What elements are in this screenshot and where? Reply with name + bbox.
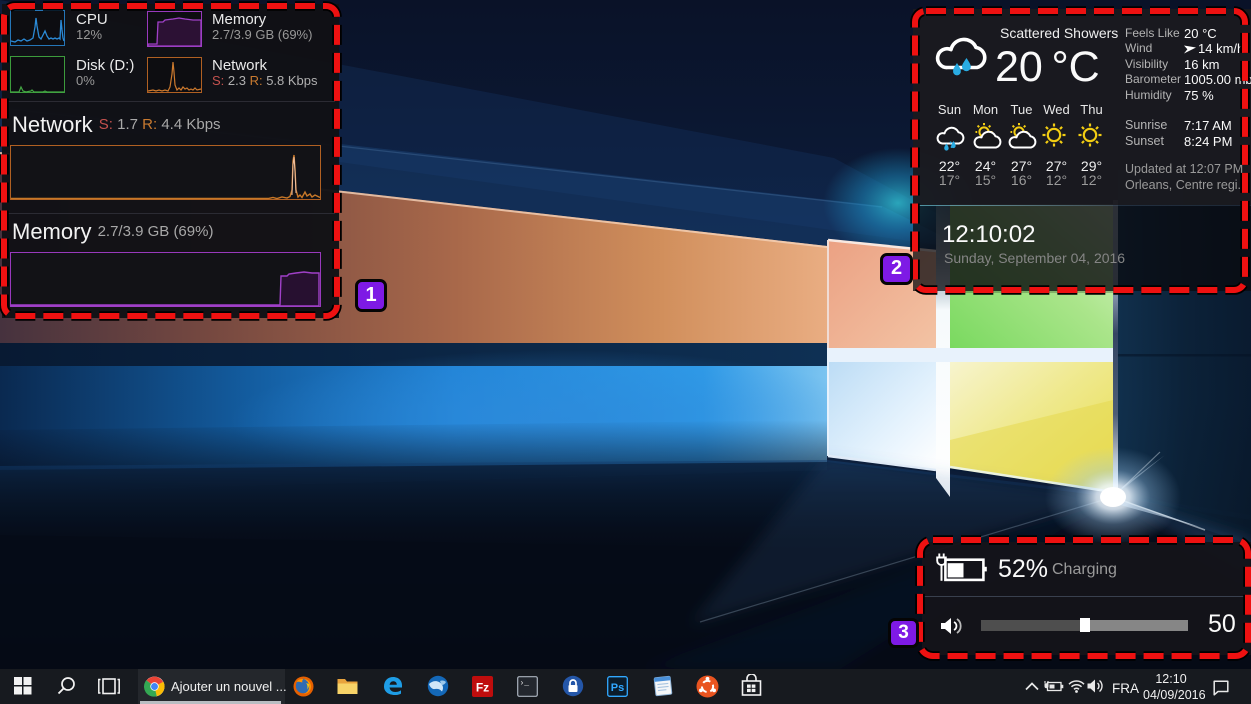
svg-text:Fz: Fz xyxy=(476,681,489,695)
svg-text:Ps: Ps xyxy=(611,682,624,694)
svg-text:›_: ›_ xyxy=(520,679,530,688)
